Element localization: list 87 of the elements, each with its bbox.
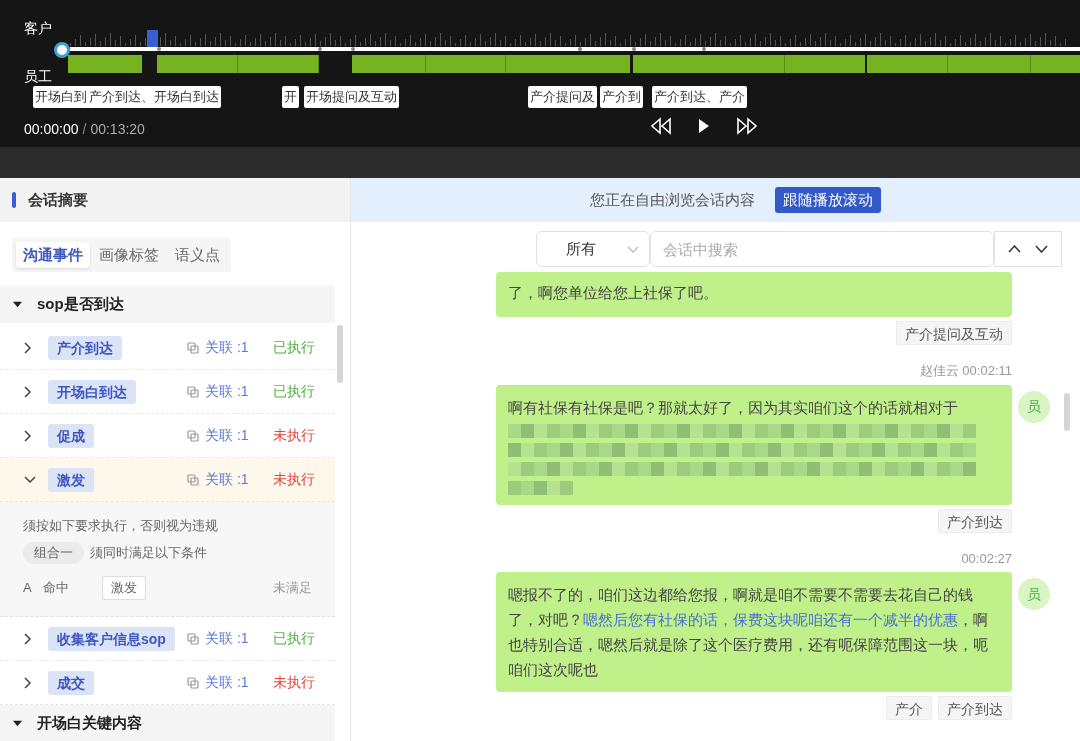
progress-track[interactable] — [70, 47, 1080, 51]
message-text: 了，啊您单位给您上社保了吧。 — [508, 283, 719, 303]
group-title: 开场白关键内容 — [37, 713, 142, 734]
group-header[interactable]: sop是否到达 — [0, 286, 335, 323]
total-time: 00:13:20 — [90, 120, 145, 139]
scrollbar-thumb[interactable] — [1064, 393, 1070, 431]
play-icon[interactable] — [698, 118, 710, 134]
link-icon — [187, 473, 199, 486]
caret-down-icon[interactable] — [13, 719, 22, 728]
event-tag: 收集客户信息sop — [48, 626, 175, 651]
link-icon — [187, 429, 199, 442]
avatar: 员 — [1018, 390, 1050, 423]
event-tag: 开场白到达 — [48, 379, 136, 404]
time-separator: / — [82, 120, 87, 139]
panel-title: 会话摘要 — [28, 189, 88, 210]
title-accent-bar — [12, 192, 16, 208]
event-tag: 产介到达 — [48, 335, 122, 360]
message-text: 嗯报不了的，咱们这边都给您报，啊就是咱不需要不需要去花自己的钱了，对吧？嗯然后您有社保的话，保费这块呢咱还有一个减半的优惠，啊也特别合适，嗯然后就是除了这个医疗费用，还有呃保障范围这一块，呃咱们这次呢也 — [508, 585, 989, 680]
rule-text: 须按如下要求执行，否则视为违规 — [23, 517, 219, 535]
timeline-marker-label[interactable]: 产介到达、产介 — [652, 86, 747, 108]
condition-result: 未满足 — [273, 579, 312, 598]
keyword-chip: 激发 — [102, 576, 146, 600]
message-tag[interactable]: 产介到达 — [938, 508, 1012, 533]
rewind-icon[interactable] — [650, 117, 672, 135]
timeline-marker-label[interactable]: 开场白到 — [33, 86, 89, 108]
message-tag[interactable]: 产介 — [886, 696, 932, 720]
chevron-right-icon[interactable] — [24, 429, 32, 442]
chevron-down-icon[interactable] — [1035, 245, 1048, 253]
chevron-down-icon[interactable] — [24, 475, 36, 484]
related-count-link[interactable]: 关联 :1 — [205, 381, 261, 402]
link-icon — [187, 632, 199, 645]
speaker-label: 客户 — [24, 19, 52, 38]
tab[interactable]: 沟通事件 — [16, 242, 90, 268]
message-text: 啊有社保有社保是吧？那就太好了，因为其实咱们这个的话就相对于 — [508, 397, 959, 418]
speaker-label: 员工 — [24, 67, 52, 86]
playhead-handle[interactable] — [54, 42, 70, 58]
link-icon — [187, 341, 199, 354]
event-row[interactable]: 激发 关联 :1 未执行 — [0, 458, 335, 502]
execution-status: 未执行 — [273, 470, 315, 489]
fast-forward-icon[interactable] — [736, 117, 758, 135]
execution-status: 已执行 — [273, 629, 315, 648]
current-time: 00:00:00 — [24, 120, 79, 139]
avatar: 员 — [1018, 578, 1050, 610]
event-tag: 成交 — [48, 670, 94, 695]
execution-status: 未执行 — [273, 426, 315, 445]
scrollbar-thumb[interactable] — [337, 325, 343, 383]
timeline-marker-label[interactable]: 产介到达、开场白到达 — [87, 86, 221, 108]
chevron-up-icon[interactable] — [1008, 245, 1021, 253]
link-icon — [187, 385, 199, 398]
timeline-marker-label[interactable]: 产介到 — [600, 86, 643, 108]
filter-select[interactable]: 所有 — [536, 231, 650, 267]
group-header[interactable]: 开场白关键内容 — [0, 705, 335, 741]
execution-status: 已执行 — [273, 338, 315, 357]
chevron-right-icon[interactable] — [24, 341, 32, 354]
link-icon — [187, 676, 199, 689]
related-count-link[interactable]: 关联 :1 — [205, 628, 261, 649]
condition-letter: A — [23, 579, 33, 598]
tab[interactable]: 语义点 — [168, 242, 227, 268]
chevron-right-icon[interactable] — [24, 676, 32, 689]
tab[interactable]: 画像标签 — [92, 242, 166, 268]
related-count-link[interactable]: 关联 :1 — [205, 672, 261, 693]
banner-text: 您正在自由浏览会话内容 — [590, 189, 755, 210]
message-tag[interactable]: 产介提问及互动 — [896, 321, 1012, 345]
caret-down-icon[interactable] — [13, 300, 22, 309]
combination-text: 须同时满足以下条件 — [90, 544, 207, 563]
message-meta: 赵佳云 00:02:11 — [919, 362, 1012, 380]
execution-status: 未执行 — [273, 673, 315, 692]
timeline-marker-label[interactable]: 开场提问及互动 — [304, 86, 399, 108]
chevron-right-icon[interactable] — [24, 632, 32, 645]
condition-verb: 命中 — [43, 579, 70, 598]
message-tag[interactable]: 产介到达 — [938, 696, 1012, 720]
execution-status: 已执行 — [273, 382, 315, 401]
chevron-down-icon — [627, 245, 639, 253]
timeline-marker-label[interactable]: 产介提问及 — [528, 86, 597, 108]
timeline-marker-label[interactable]: 开 — [282, 86, 299, 108]
customer-speech-segment — [147, 30, 158, 48]
related-count-link[interactable]: 关联 :1 — [205, 469, 261, 490]
related-count-link[interactable]: 关联 :1 — [205, 425, 261, 446]
combination-badge: 组合一 — [23, 542, 84, 564]
event-tag: 促成 — [48, 423, 94, 448]
message-meta: 00:02:27 — [961, 549, 1012, 568]
search-field[interactable]: 会话中搜索 — [650, 231, 994, 267]
related-count-link[interactable]: 关联 :1 — [205, 337, 261, 358]
group-title: sop是否到达 — [37, 294, 124, 315]
follow-playback-button[interactable]: 跟随播放滚动 — [775, 187, 881, 213]
chevron-right-icon[interactable] — [24, 385, 32, 398]
event-tag: 激发 — [48, 467, 94, 492]
